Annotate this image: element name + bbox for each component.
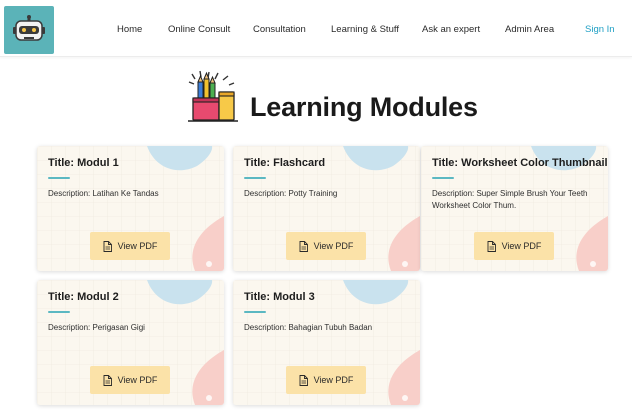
card-description: Description: Potty Training (244, 189, 338, 198)
nav-sign-in[interactable]: Sign In (585, 24, 615, 35)
view-pdf-label: View PDF (117, 375, 158, 385)
card-underline (48, 311, 70, 313)
card-title: Title: Flashcard (244, 157, 326, 169)
document-icon (299, 374, 308, 386)
view-pdf-button[interactable]: View PDF (90, 366, 170, 394)
logo[interactable] (4, 6, 54, 54)
robot-icon (13, 15, 45, 41)
nav-admin-area[interactable]: Admin Area (505, 24, 554, 35)
document-icon (487, 240, 496, 252)
card-description: Description: Super Simple Brush Your Tee… (432, 189, 588, 210)
view-pdf-button[interactable]: View PDF (286, 232, 366, 260)
document-icon (299, 240, 308, 252)
document-icon (103, 240, 112, 252)
view-pdf-label: View PDF (313, 375, 354, 385)
view-pdf-label: View PDF (117, 241, 158, 251)
pencil-cup-icon (188, 70, 238, 122)
module-card: Title: Modul 1 Description: Latihan Ke T… (37, 146, 224, 271)
view-pdf-label: View PDF (501, 241, 542, 251)
nav-online-consult[interactable]: Online Consult (168, 24, 230, 35)
module-card: Title: Worksheet Color Thumbnail Descrip… (421, 146, 608, 271)
card-underline (244, 177, 266, 179)
view-pdf-button[interactable]: View PDF (474, 232, 554, 260)
module-card: Title: Modul 3 Description: Bahagian Tub… (233, 280, 420, 405)
navbar: Home Online Consult Consultation Learnin… (0, 0, 632, 57)
card-title: Title: Modul 2 (48, 291, 119, 303)
nav-home[interactable]: Home (117, 24, 142, 35)
page-title: Learning Modules (250, 92, 478, 122)
view-pdf-button[interactable]: View PDF (286, 366, 366, 394)
card-description: Description: Latihan Ke Tandas (48, 189, 159, 198)
view-pdf-button[interactable]: View PDF (90, 232, 170, 260)
nav-learning-stuff[interactable]: Learning & Stuff (331, 24, 399, 35)
card-title: Title: Modul 3 (244, 291, 315, 303)
card-underline (432, 177, 454, 179)
module-card: Title: Modul 2 Description: Perigasan Gi… (37, 280, 224, 405)
card-description: Description: Perigasan Gigi (48, 323, 145, 332)
module-card: Title: Flashcard Description: Potty Trai… (233, 146, 420, 271)
card-description: Description: Bahagian Tubuh Badan (244, 323, 373, 332)
card-title: Title: Worksheet Color Thumbnail (432, 157, 608, 169)
card-title: Title: Modul 1 (48, 157, 119, 169)
card-underline (244, 311, 266, 313)
card-underline (48, 177, 70, 179)
nav-ask-expert[interactable]: Ask an expert (422, 24, 480, 35)
nav-consultation[interactable]: Consultation (253, 24, 306, 35)
view-pdf-label: View PDF (313, 241, 354, 251)
document-icon (103, 374, 112, 386)
